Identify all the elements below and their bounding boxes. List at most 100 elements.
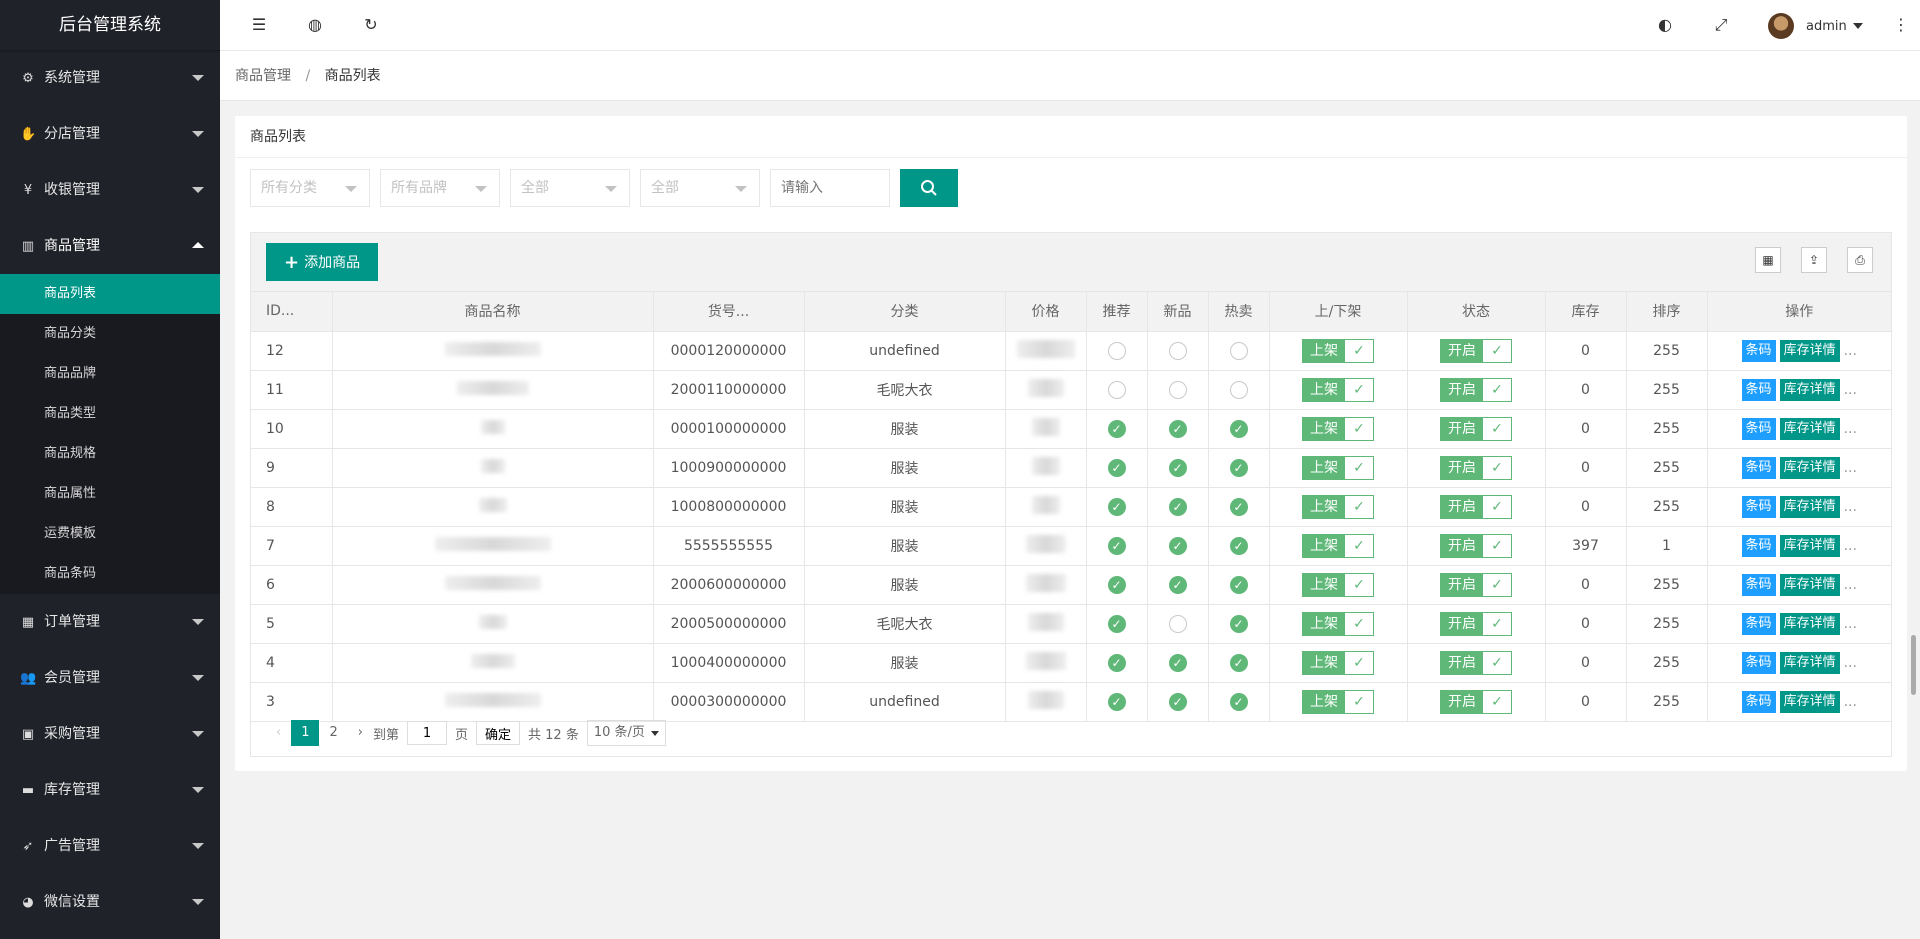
stock-detail-button[interactable]: 库存详情	[1779, 534, 1840, 557]
status-switch[interactable]: 开启 ✓	[1440, 494, 1512, 519]
check-circle-icon[interactable]: ✓	[1168, 575, 1187, 594]
check-circle-icon[interactable]: ✓	[1229, 458, 1248, 477]
shelf-switch[interactable]: 上架 ✓	[1302, 611, 1374, 636]
barcode-button[interactable]: 条码	[1741, 456, 1776, 479]
page-2[interactable]: 2	[319, 720, 347, 746]
check-circle-icon[interactable]: ✓	[1107, 419, 1126, 438]
check-circle-icon[interactable]: ✓	[1168, 692, 1187, 711]
more-ops-icon[interactable]: ...	[1844, 577, 1857, 593]
sidebar-item-top-0[interactable]: ⚙ 系统管理	[0, 50, 220, 106]
check-circle-icon[interactable]: ✓	[1229, 614, 1248, 633]
barcode-button[interactable]: 条码	[1741, 417, 1776, 440]
shelf-switch[interactable]: 上架 ✓	[1302, 650, 1374, 675]
barcode-button[interactable]: 条码	[1741, 534, 1776, 557]
status-switch[interactable]: 开启 ✓	[1440, 650, 1512, 675]
check-circle-icon[interactable]: ✓	[1168, 536, 1187, 555]
empty-circle-icon[interactable]	[1168, 614, 1187, 633]
submenu-item-3[interactable]: 商品类型	[0, 394, 220, 434]
status-switch[interactable]: 开启 ✓	[1440, 689, 1512, 714]
more-ops-icon[interactable]: ...	[1844, 694, 1857, 710]
column-header[interactable]: 推荐	[1086, 292, 1148, 332]
submenu-item-0[interactable]: 商品列表	[0, 274, 220, 314]
submenu-item-1[interactable]: 商品分类	[0, 314, 220, 354]
sidebar-item-bottom-3[interactable]: ▬ 库存管理	[0, 762, 220, 818]
more-ops-icon[interactable]: ...	[1844, 499, 1857, 515]
stock-detail-button[interactable]: 库存详情	[1779, 456, 1840, 479]
shelf-switch[interactable]: 上架 ✓	[1302, 533, 1374, 558]
barcode-button[interactable]: 条码	[1741, 690, 1776, 713]
user-menu[interactable]: admin	[1768, 12, 1863, 40]
check-circle-icon[interactable]: ✓	[1107, 497, 1126, 516]
column-header[interactable]: 价格	[1005, 292, 1087, 332]
shelf-switch[interactable]: 上架 ✓	[1302, 455, 1374, 480]
sidebar-item-bottom-2[interactable]: ▣ 采购管理	[0, 706, 220, 762]
shelf-switch[interactable]: 上架 ✓	[1302, 572, 1374, 597]
check-circle-icon[interactable]: ✓	[1229, 419, 1248, 438]
shelf-switch[interactable]: 上架 ✓	[1302, 416, 1374, 441]
more-ops-icon[interactable]: ...	[1844, 343, 1857, 359]
prev-page-icon[interactable]: ‹	[266, 720, 291, 746]
empty-circle-icon[interactable]	[1229, 341, 1248, 360]
stock-detail-button[interactable]: 库存详情	[1779, 417, 1840, 440]
barcode-button[interactable]: 条码	[1741, 339, 1776, 362]
refresh-icon[interactable]: ↻	[360, 14, 382, 36]
sidebar-item-bottom-0[interactable]: ▦ 订单管理	[0, 594, 220, 650]
fullscreen-icon[interactable]: ⤢	[1710, 14, 1732, 36]
sidebar-item-top-1[interactable]: ✋ 分店管理	[0, 106, 220, 162]
status-switch[interactable]: 开启 ✓	[1440, 572, 1512, 597]
empty-circle-icon[interactable]	[1107, 380, 1126, 399]
menu-fold-icon[interactable]: ☰	[248, 14, 270, 36]
barcode-button[interactable]: 条码	[1741, 651, 1776, 674]
column-header[interactable]: 分类	[804, 292, 1006, 332]
breadcrumb-parent[interactable]: 商品管理	[235, 68, 291, 84]
submenu-item-5[interactable]: 商品属性	[0, 474, 220, 514]
check-circle-icon[interactable]: ✓	[1107, 614, 1126, 633]
check-circle-icon[interactable]: ✓	[1229, 692, 1248, 711]
stock-detail-button[interactable]: 库存详情	[1779, 690, 1840, 713]
empty-circle-icon[interactable]	[1107, 341, 1126, 360]
check-circle-icon[interactable]: ✓	[1107, 536, 1126, 555]
page-size-select[interactable]: 10 条/页	[586, 720, 666, 746]
column-header[interactable]: 状态	[1407, 292, 1546, 332]
check-circle-icon[interactable]: ✓	[1107, 692, 1126, 711]
submenu-item-6[interactable]: 运费模板	[0, 514, 220, 554]
stock-detail-button[interactable]: 库存详情	[1779, 339, 1840, 362]
more-ops-icon[interactable]: ...	[1844, 538, 1857, 554]
column-header[interactable]: ID...	[251, 292, 333, 332]
filter-select-4[interactable]: 全部	[640, 169, 760, 207]
next-page-icon[interactable]: ›	[348, 720, 373, 746]
empty-circle-icon[interactable]	[1168, 380, 1187, 399]
check-circle-icon[interactable]: ✓	[1107, 458, 1126, 477]
more-ops-icon[interactable]: ...	[1844, 421, 1857, 437]
column-header[interactable]: 货号...	[653, 292, 805, 332]
more-ops-icon[interactable]: ...	[1844, 655, 1857, 671]
stock-detail-button[interactable]: 库存详情	[1779, 378, 1840, 401]
sidebar-item-top-2[interactable]: ¥ 收银管理	[0, 162, 220, 218]
check-circle-icon[interactable]: ✓	[1168, 419, 1187, 438]
more-vertical-icon[interactable]: ⋮	[1890, 14, 1912, 36]
column-header[interactable]: 新品	[1147, 292, 1209, 332]
check-circle-icon[interactable]: ✓	[1107, 575, 1126, 594]
sidebar-item-bottom-4[interactable]: ➶ 广告管理	[0, 818, 220, 874]
print-icon[interactable]: ⎙	[1847, 247, 1873, 273]
submenu-item-2[interactable]: 商品品牌	[0, 354, 220, 394]
check-circle-icon[interactable]: ✓	[1168, 497, 1187, 516]
category-select[interactable]: 所有分类	[250, 169, 370, 207]
sidebar-item-top-3[interactable]: ▥ 商品管理	[0, 218, 220, 274]
check-circle-icon[interactable]: ✓	[1168, 458, 1187, 477]
status-switch[interactable]: 开启 ✓	[1440, 533, 1512, 558]
column-header[interactable]: 操作	[1707, 292, 1891, 332]
theme-icon[interactable]: ◐	[1654, 14, 1676, 36]
shelf-switch[interactable]: 上架 ✓	[1302, 338, 1374, 363]
more-ops-icon[interactable]: ...	[1844, 616, 1857, 632]
page-scrollbar[interactable]	[1911, 635, 1916, 695]
barcode-button[interactable]: 条码	[1741, 495, 1776, 518]
status-switch[interactable]: 开启 ✓	[1440, 416, 1512, 441]
globe-icon[interactable]: ◍	[304, 14, 326, 36]
empty-circle-icon[interactable]	[1168, 341, 1187, 360]
check-circle-icon[interactable]: ✓	[1107, 653, 1126, 672]
add-goods-button[interactable]: + 添加商品	[266, 243, 379, 281]
sidebar-item-bottom-5[interactable]: ◕ 微信设置	[0, 874, 220, 930]
barcode-button[interactable]: 条码	[1741, 612, 1776, 635]
shelf-switch[interactable]: 上架 ✓	[1302, 377, 1374, 402]
